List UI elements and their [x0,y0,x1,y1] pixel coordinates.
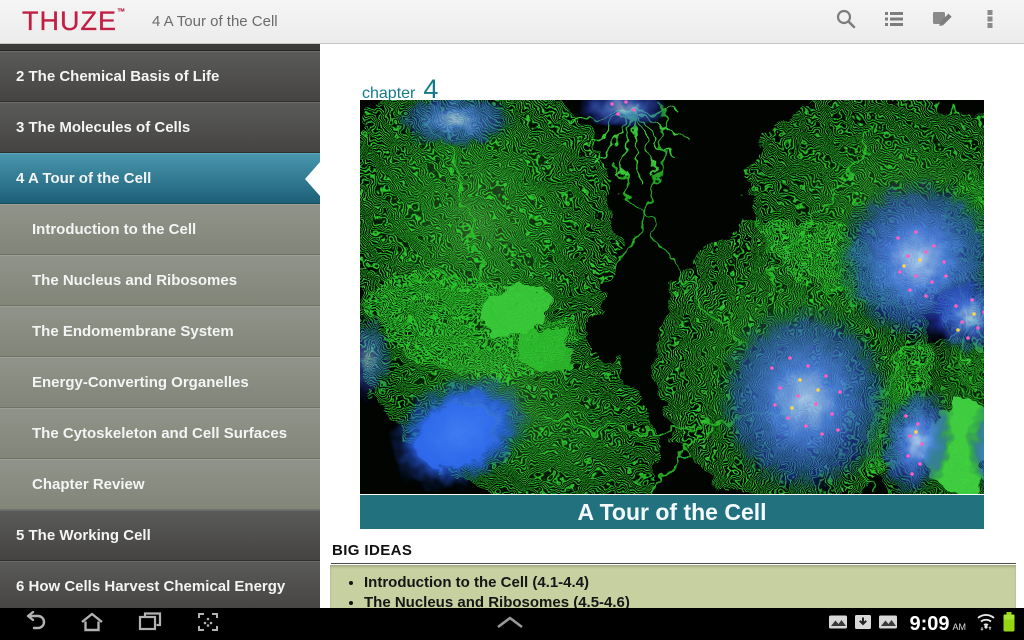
download-notification-icon [853,613,873,636]
book-page: chapter 4 A Tour of the Cell BIG IDEAS •… [320,44,1024,608]
trademark-mark: ™ [117,7,126,16]
list-icon [882,7,906,36]
big-ideas-heading: BIG IDEAS [332,542,413,559]
sidebar-item-label: Chapter Review [32,476,145,493]
sidebar-item-label: 4 A Tour of the Cell [16,170,152,187]
app-bar-actions [822,0,1014,43]
meridiem-text: AM [952,622,967,632]
sidebar-item-chapter-5[interactable]: 5 The Working Cell [0,510,320,561]
home-button[interactable] [72,608,112,640]
sidebar-item-chapter-review[interactable]: Chapter Review [0,459,320,510]
sidebar-item-label: The Nucleus and Ribosomes [32,272,238,289]
note-edit-icon [930,7,954,36]
heading-rule [331,563,1016,564]
sidebar-item-energy-organelles[interactable]: Energy-Converting Organelles [0,357,320,408]
sidebar-item-label: Energy-Converting Organelles [32,374,249,391]
chapter-number: 4 [423,74,439,104]
sidebar-item-chapter-2[interactable]: 2 The Chemical Basis of Life [0,51,320,102]
gallery-notification-icon [878,613,898,636]
app-bar: THUZE™ 4 A Tour of the Cell [0,0,1024,44]
chevron-up-icon [495,615,525,634]
chapter-title-banner: A Tour of the Cell [360,495,984,529]
sidebar-item-label: The Endomembrane System [32,323,234,340]
sidebar-item-nucleus-ribosomes[interactable]: The Nucleus and Ribosomes [0,255,320,306]
chapter-title: A Tour of the Cell [577,498,767,525]
table-of-contents-button[interactable] [870,0,918,43]
sidebar-item-cytoskeleton[interactable]: The Cytoskeleton and Cell Surfaces [0,408,320,459]
sidebar-item-introduction[interactable]: Introduction to the Cell [0,204,320,255]
system-navigation-bar: 9:09 AM [0,608,1024,640]
sidebar-item-label: Introduction to the Cell [32,221,197,238]
sidebar-item-label: 3 The Molecules of Cells [16,119,191,136]
back-icon [21,610,47,638]
nav-buttons [14,608,228,640]
expand-handle[interactable] [486,608,534,640]
gallery-notification-icon [828,613,848,636]
time-text: 9:09 [909,613,950,635]
home-icon [79,611,105,638]
sidebar-item-label: 5 The Working Cell [16,527,151,544]
big-ideas-item: The Nucleus and Ribosomes (4.5-4.6) [364,593,1016,608]
sidebar-item-label: 6 How Cells Harvest Chemical Energy [16,578,286,595]
sidebar-item-label: The Cytoskeleton and Cell Surfaces [32,425,288,442]
screenshot-button[interactable] [188,608,228,640]
table-of-contents-sidebar: 2 The Chemical Basis of Life 3 The Molec… [0,44,320,608]
battery-icon [1002,611,1016,638]
search-button[interactable] [822,0,870,43]
sidebar-item-chapter-4-selected[interactable]: 4 A Tour of the Cell [0,153,320,204]
sidebar-item-chapter-3[interactable]: 3 The Molecules of Cells [0,102,320,153]
chapter-opener-micrograph [360,100,984,494]
big-ideas-list: Introduction to the Cell (4.1-4.4) The N… [330,573,1016,608]
big-ideas-item: Introduction to the Cell (4.1-4.4) [364,573,1016,593]
sidebar-partial-row [0,44,320,51]
sidebar-item-endomembrane[interactable]: The Endomembrane System [0,306,320,357]
big-ideas-box: Introduction to the Cell (4.1-4.4) The N… [330,565,1016,608]
screenshot-icon [196,611,220,638]
chapter-heading: chapter 4 [362,76,438,103]
clock: 9:09 AM [909,614,966,634]
more-options-icon [978,7,1002,36]
overflow-menu-button[interactable] [966,0,1014,43]
recent-apps-icon [137,611,163,638]
sidebar-item-label: 2 The Chemical Basis of Life [16,68,220,85]
page-title: 4 A Tour of the Cell [152,13,278,30]
screen: THUZE™ 4 A Tour of the Cell 2 The Chemic… [0,0,1024,640]
back-button[interactable] [14,608,54,640]
wifi-icon [975,612,997,637]
recent-apps-button[interactable] [130,608,170,640]
status-tray[interactable]: 9:09 AM [828,608,1016,640]
thuze-logo: THUZE™ [22,6,126,36]
notes-button[interactable] [918,0,966,43]
search-icon [834,7,858,36]
sidebar-item-chapter-6[interactable]: 6 How Cells Harvest Chemical Energy [0,561,320,608]
